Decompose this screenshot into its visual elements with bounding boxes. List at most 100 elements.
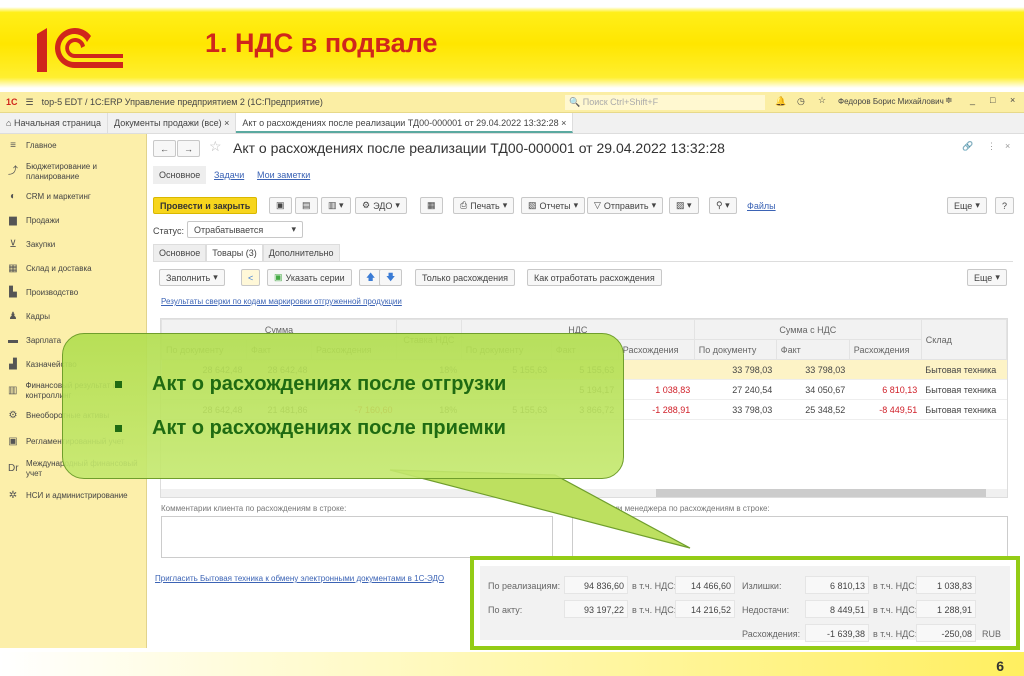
minimize-icon[interactable]: _ (970, 95, 975, 105)
more-button[interactable]: Еще ▾ (947, 197, 987, 214)
column-header[interactable]: Факт (775, 339, 850, 360)
more-vert-icon[interactable]: ⋮ (987, 141, 996, 152)
table-cell: 1 038,83 (618, 379, 695, 400)
shortage-label: Недостачи: (742, 605, 790, 615)
tab-label: Акт о расхождениях после реализации ТД00… (242, 118, 559, 128)
currency-label: RUB (982, 629, 1002, 639)
series-label: Указать серии (285, 272, 345, 283)
tab-act[interactable]: Акт о расхождениях после реализации ТД00… (236, 113, 574, 133)
close-tab-icon[interactable]: × (561, 118, 566, 128)
tab-home[interactable]: ⌂ Начальная страница (0, 113, 109, 133)
sidebar-item-label: Зарплата (26, 336, 62, 345)
column-header[interactable]: Расхождения (848, 339, 922, 360)
sidebar-item[interactable]: ▆ Продажи (0, 209, 146, 233)
save-icon[interactable]: ▣ (269, 197, 292, 214)
column-header[interactable]: Расхождения (617, 339, 695, 360)
section-icon: ≡ (10, 140, 16, 151)
bell-icon[interactable]: 🔔 (775, 96, 786, 107)
back-button[interactable]: ← (153, 140, 176, 157)
callout-item: Акт о расхождениях после приемки (115, 406, 623, 450)
sidebar-item[interactable]: ◐ CRM и маркетинг (0, 185, 146, 209)
history-icon[interactable]: ◷ (797, 96, 805, 107)
files-link[interactable]: Файлы (747, 201, 776, 211)
fill-button[interactable]: Заполнить ▾ (159, 269, 225, 286)
sidebar-item[interactable]: ♟ Кадры (0, 305, 146, 329)
subtab-main[interactable]: Основное (153, 244, 207, 262)
attachment-icon[interactable]: ⚲ ▾ (709, 197, 737, 214)
reports-button[interactable]: ▧ Отчеты ▾ (521, 197, 586, 214)
callout-text: Акт о расхождениях после приемки (152, 416, 506, 439)
link-icon[interactable]: 🔗 (962, 141, 973, 152)
vat-label: в т.ч. НДС: (632, 581, 677, 591)
help-button[interactable]: ? (995, 197, 1015, 214)
by-act-label: По акту: (488, 605, 523, 615)
sidebar-item-label: Продажи (26, 216, 60, 225)
print-button[interactable]: ⎙ Печать ▾ (453, 197, 515, 214)
by-act-value: 93 197,22 (564, 600, 628, 618)
set-series-button[interactable]: ▣ Указать серии (267, 269, 352, 286)
menu-icon[interactable]: ☰ (26, 97, 34, 108)
table-cell: 25 348,52 (776, 399, 850, 420)
nav-tasks[interactable]: Задачи (214, 170, 244, 180)
post-icon[interactable]: ▤ (295, 197, 318, 214)
nav-notes[interactable]: Мои заметки (257, 170, 310, 180)
column-group-header[interactable]: Сумма с НДС (693, 319, 922, 340)
sidebar-item-label: Бюджетирование и планирование (26, 161, 97, 181)
close-tab-icon[interactable]: × (224, 118, 229, 128)
window-tabs: ⌂ Начальная страница Документы продажи (… (0, 113, 1024, 134)
section-icon: ♟ (8, 311, 18, 322)
close-form-icon[interactable]: × (1005, 141, 1010, 151)
table-cell: Бытовая техника (921, 359, 1007, 380)
callout-box: Акт о расхождениях после отгрузки Акт о … (62, 333, 624, 479)
sidebar-item[interactable]: ▙ Производство (0, 281, 146, 305)
settings-icon[interactable]: ≑ (945, 95, 953, 106)
invite-edo-link[interactable]: Пригласить Бытовая техника к обмену элек… (155, 574, 444, 583)
create-based-icon[interactable]: ▥ ▾ (321, 197, 351, 214)
more-label: Еще (954, 200, 973, 211)
share-icon[interactable]: < (241, 269, 261, 286)
edo-button[interactable]: ⚙ ЭДО ▾ (355, 197, 407, 214)
close-window-icon[interactable]: × (1010, 95, 1015, 105)
maximize-icon[interactable]: □ (990, 95, 995, 105)
status-select[interactable]: Отрабатывается ▾ (187, 221, 303, 238)
column-group-header[interactable]: Склад (920, 319, 1008, 360)
only-diff-button[interactable]: Только расхождения (415, 269, 516, 286)
table-more-button[interactable]: Еще ▾ (967, 269, 1007, 286)
tab-sales-docs[interactable]: Документы продажи (все) × (108, 113, 237, 133)
send-button[interactable]: ▽ Отправить ▾ (587, 197, 664, 214)
totals-footer: По реализациям: 94 836,60 в т.ч. НДС: 14… (470, 556, 1020, 650)
1c-logo (37, 28, 123, 72)
nav-main[interactable]: Основное (153, 166, 207, 184)
sidebar-item-label: НСИ и администрирование (26, 490, 128, 500)
sidebar-item[interactable]: ⤴ Бюджетирование и планирование (0, 158, 146, 185)
favorite-star-icon[interactable]: ☆ (209, 138, 222, 155)
structure-icon[interactable]: ▦ (420, 197, 443, 214)
diff-vat-value: -250,08 (916, 624, 976, 642)
column-header[interactable]: По документу (693, 339, 777, 360)
marking-link[interactable]: Результаты сверки по кодам маркировки от… (161, 297, 402, 306)
diff-value: -1 639,38 (805, 624, 869, 642)
shortage-vat-value: 1 288,91 (916, 600, 976, 618)
app-title: top-5 EDT / 1С:ERP Управление предприяти… (41, 97, 323, 107)
post-and-close-button[interactable]: Провести и закрыть (153, 197, 258, 214)
vat-label: в т.ч. НДС: (873, 581, 918, 591)
global-search-input[interactable]: 🔍 Поиск Ctrl+Shift+F (565, 95, 765, 110)
sidebar-item[interactable]: ▦ Склад и доставка (0, 257, 146, 281)
window-titlebar: 1С ☰ top-5 EDT / 1С:ERP Управление предп… (0, 92, 1024, 113)
sidebar-item-label: CRM и маркетинг (26, 192, 91, 201)
star-icon[interactable]: ☆ (818, 95, 826, 106)
move-down-button[interactable]: 🡇 (379, 269, 403, 286)
table-cell: -1 288,91 (618, 399, 695, 420)
user-name[interactable]: Федоров Борис Михайлович (838, 97, 944, 106)
attach-doc-icon[interactable]: ▨ ▾ (669, 197, 699, 214)
sidebar-item-label: Закупки (26, 240, 56, 249)
section-icon: ⚙ (8, 410, 18, 421)
subtab-goods[interactable]: Товары (3) (206, 244, 263, 262)
subtab-extra[interactable]: Дополнительно (262, 244, 340, 262)
sidebar-item[interactable]: ⊻ Закупки (0, 233, 146, 257)
sidebar-item[interactable]: ✲ НСИ и администрирование (0, 482, 146, 509)
sidebar-item[interactable]: ≡ Главное (0, 134, 146, 158)
forward-button[interactable]: → (177, 140, 200, 157)
tab-label: Начальная страница (13, 118, 102, 128)
how-to-button[interactable]: Как отработать расхождения (527, 269, 662, 286)
